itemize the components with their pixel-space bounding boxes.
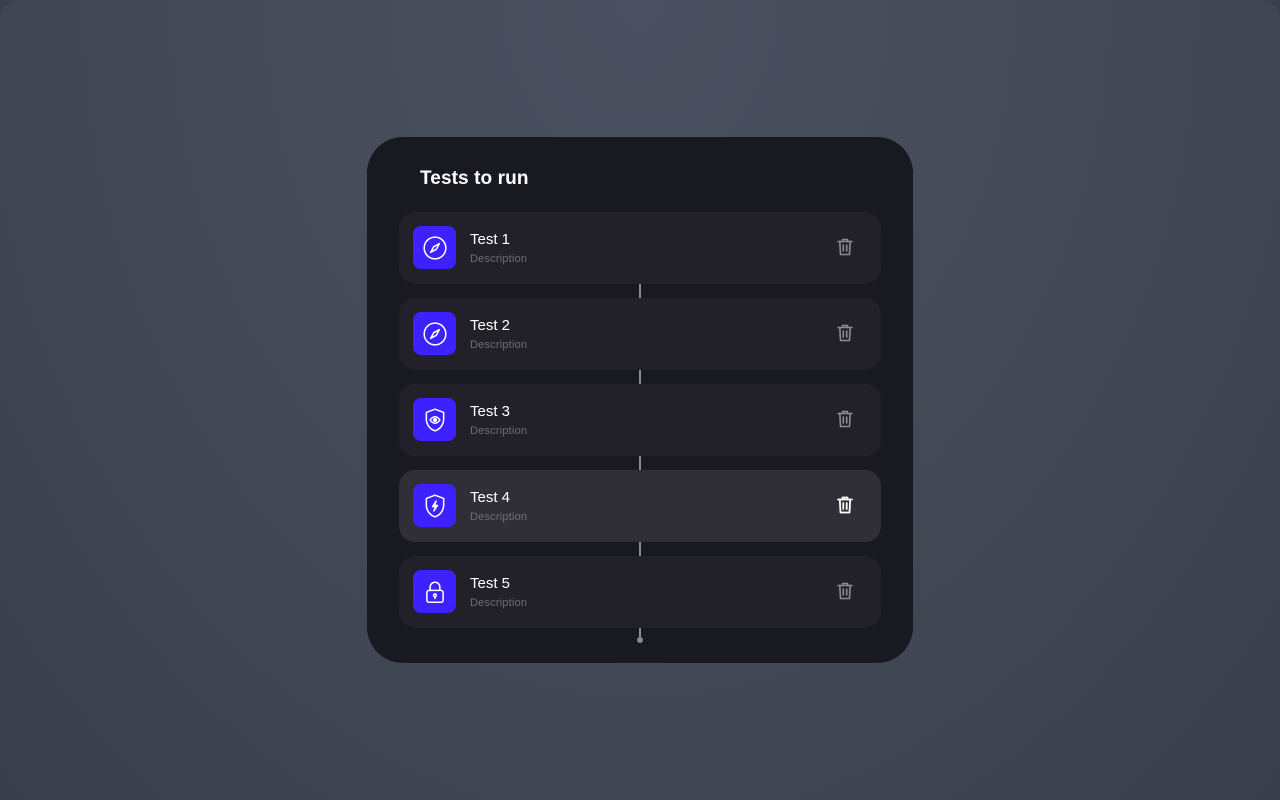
test-title: Test 2 — [470, 317, 511, 334]
test-item-1[interactable]: Test 1 Description — [399, 212, 881, 298]
test-title: Test 4 — [470, 489, 511, 506]
delete-test-button[interactable] — [836, 237, 854, 257]
tests-panel: Tests to run Test 1 Description Test 2 D… — [367, 137, 913, 663]
compass-icon — [413, 226, 456, 269]
test-description: Description — [470, 597, 528, 609]
test-title: Test 3 — [470, 403, 511, 420]
test-title: Test 1 — [470, 231, 511, 248]
trash-icon — [837, 324, 853, 342]
timeline-connector — [639, 284, 641, 298]
timeline-connector — [639, 456, 641, 470]
compass-icon — [413, 312, 456, 355]
test-item-2[interactable]: Test 2 Description — [399, 298, 881, 384]
delete-test-button[interactable] — [836, 495, 854, 515]
timeline-connector — [639, 542, 641, 556]
test-description: Description — [470, 253, 528, 265]
test-description: Description — [470, 511, 528, 523]
test-item-3[interactable]: Test 3 Description — [399, 384, 881, 470]
shield-bolt-icon — [413, 484, 456, 527]
panel-title: Tests to run — [420, 168, 529, 189]
test-list: Test 1 Description Test 2 Description Te… — [399, 212, 881, 648]
trash-icon — [837, 496, 853, 514]
desktop-background: Tests to run Test 1 Description Test 2 D… — [0, 0, 1280, 800]
test-description: Description — [470, 425, 528, 437]
test-item-5[interactable]: Test 5 Description — [399, 556, 881, 628]
delete-test-button[interactable] — [836, 323, 854, 343]
lock-icon — [413, 570, 456, 613]
trash-icon — [837, 582, 853, 600]
delete-test-button[interactable] — [836, 581, 854, 601]
test-title: Test 5 — [470, 575, 511, 592]
timeline-end-dot — [637, 637, 643, 643]
trash-icon — [837, 238, 853, 256]
test-description: Description — [470, 339, 528, 351]
test-item-4[interactable]: Test 4 Description — [399, 470, 881, 556]
timeline-end — [399, 628, 881, 648]
delete-test-button[interactable] — [836, 409, 854, 429]
timeline-connector — [639, 370, 641, 384]
trash-icon — [837, 410, 853, 428]
shield-eye-icon — [413, 398, 456, 441]
